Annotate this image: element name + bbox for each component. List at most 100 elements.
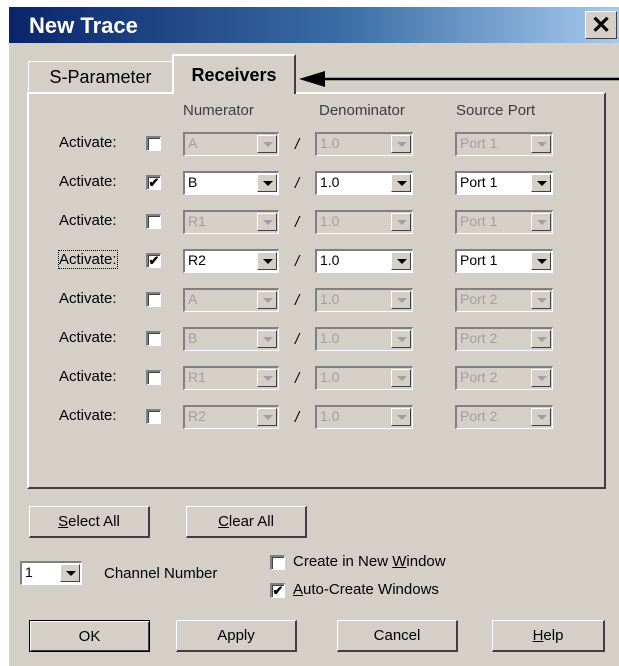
activate-label: Activate: (59, 329, 117, 346)
apply-button[interactable]: Apply (176, 620, 297, 652)
source-port-dropdown: Port 2 (455, 327, 553, 351)
source-port-dropdown: Port 2 (455, 366, 553, 390)
denominator-dropdown-value: 1.0 (320, 135, 340, 151)
divider-slash: / (295, 136, 300, 153)
chevron-down-icon (531, 369, 551, 387)
activate-checkbox[interactable]: ✔ (146, 253, 161, 268)
chevron-down-icon[interactable] (391, 174, 411, 192)
close-button[interactable]: ✕ (585, 11, 617, 39)
activate-label: Activate: (58, 250, 118, 269)
select-all-mnemonic: S (58, 513, 69, 530)
chevron-down-icon[interactable] (257, 174, 277, 192)
chevron-down-icon (531, 213, 551, 231)
chevron-down-icon[interactable] (60, 564, 80, 582)
cancel-button[interactable]: Cancel (337, 620, 458, 652)
denominator-dropdown-value: 1.0 (320, 252, 340, 268)
denominator-dropdown: 1.0 (315, 327, 413, 351)
auto-create-windows-checkbox[interactable]: ✔ (270, 583, 285, 598)
source-port-dropdown-value: Port 2 (460, 330, 498, 346)
numerator-dropdown-value: A (188, 135, 198, 151)
tab-receivers-label: Receivers (191, 64, 277, 85)
activate-label: Activate: (59, 212, 117, 229)
chevron-down-icon (391, 213, 411, 231)
new-trace-dialog: New Trace ✕ S-Parameter Receivers Numera… (9, 7, 619, 666)
chevron-down-icon (531, 408, 551, 426)
activate-checkbox[interactable] (146, 214, 161, 229)
numerator-dropdown: A (183, 288, 279, 312)
activate-label: Activate: (59, 290, 117, 307)
source-port-header: Source Port (456, 102, 536, 119)
help-mnemonic: H (532, 627, 544, 644)
numerator-dropdown: A (183, 132, 279, 156)
activate-checkbox[interactable] (146, 409, 161, 424)
denominator-dropdown[interactable]: 1.0 (315, 249, 413, 273)
help-label: elp (543, 627, 564, 644)
auto-create-windows-label: Auto-Create Windows (293, 581, 439, 598)
chevron-down-icon[interactable] (531, 174, 551, 192)
select-all-button[interactable]: Select All (29, 506, 150, 538)
select-all-label: elect All (68, 513, 120, 530)
create-new-window-checkbox[interactable] (270, 555, 285, 570)
numerator-dropdown-value: R2 (188, 252, 206, 268)
chevron-down-icon[interactable] (257, 252, 277, 270)
source-port-dropdown-value: Port 1 (460, 135, 498, 151)
tab-s-parameter[interactable]: S-Parameter (28, 61, 173, 93)
divider-slash: / (295, 214, 300, 231)
numerator-dropdown-value: B (188, 330, 198, 346)
source-port-dropdown: Port 1 (455, 132, 553, 156)
channel-number-dropdown[interactable]: 1 (20, 561, 82, 585)
help-button[interactable]: Help (492, 620, 605, 652)
numerator-header: Numerator (183, 102, 254, 119)
source-port-dropdown-value: Port 2 (460, 408, 498, 424)
ok-button[interactable]: OK (29, 620, 150, 652)
source-port-dropdown[interactable]: Port 1 (455, 249, 553, 273)
activate-label: Activate: (59, 173, 117, 190)
create-new-window-text-end: indow (406, 553, 446, 570)
chevron-down-icon (257, 291, 277, 309)
denominator-dropdown-value: 1.0 (320, 369, 340, 385)
numerator-dropdown: B (183, 327, 279, 351)
divider-slash: / (295, 331, 300, 348)
chevron-down-icon (257, 369, 277, 387)
divider-slash: / (295, 253, 300, 270)
chevron-down-icon (257, 135, 277, 153)
denominator-dropdown-value: 1.0 (320, 291, 340, 307)
clear-all-button[interactable]: Clear All (186, 506, 307, 538)
denominator-dropdown-value: 1.0 (320, 174, 340, 190)
denominator-dropdown: 1.0 (315, 210, 413, 234)
numerator-dropdown[interactable]: B (183, 171, 279, 195)
divider-slash: / (295, 292, 300, 309)
title-bar[interactable]: New Trace ✕ (9, 7, 619, 43)
divider-slash: / (295, 409, 300, 426)
activate-checkbox[interactable] (146, 370, 161, 385)
chevron-down-icon (391, 135, 411, 153)
source-port-dropdown-value: Port 1 (460, 252, 498, 268)
chevron-down-icon[interactable] (391, 252, 411, 270)
activate-checkbox[interactable]: ✔ (146, 175, 161, 190)
denominator-dropdown: 1.0 (315, 132, 413, 156)
denominator-dropdown: 1.0 (315, 366, 413, 390)
chevron-down-icon[interactable] (531, 252, 551, 270)
activate-label: Activate: (59, 407, 117, 424)
activate-checkbox[interactable] (146, 136, 161, 151)
source-port-dropdown-value: Port 2 (460, 369, 498, 385)
activate-checkbox[interactable] (146, 331, 161, 346)
denominator-dropdown: 1.0 (315, 405, 413, 429)
callout-arrow-icon (299, 71, 619, 87)
clear-all-label: lear All (228, 513, 274, 530)
source-port-dropdown-value: Port 1 (460, 174, 498, 190)
tab-receivers[interactable]: Receivers (172, 54, 296, 94)
create-new-window-label: Create in New Window (293, 553, 446, 570)
channel-number-label: Channel Number (104, 565, 218, 582)
source-port-dropdown[interactable]: Port 1 (455, 171, 553, 195)
auto-create-text: uto-Create Windows (303, 581, 439, 598)
numerator-dropdown-value: R1 (188, 213, 206, 229)
activate-checkbox[interactable] (146, 292, 161, 307)
numerator-dropdown-value: R1 (188, 369, 206, 385)
tab-s-parameter-label: S-Parameter (49, 67, 152, 87)
numerator-dropdown: R1 (183, 210, 279, 234)
divider-slash: / (295, 370, 300, 387)
source-port-dropdown-value: Port 1 (460, 213, 498, 229)
denominator-dropdown[interactable]: 1.0 (315, 171, 413, 195)
numerator-dropdown[interactable]: R2 (183, 249, 279, 273)
